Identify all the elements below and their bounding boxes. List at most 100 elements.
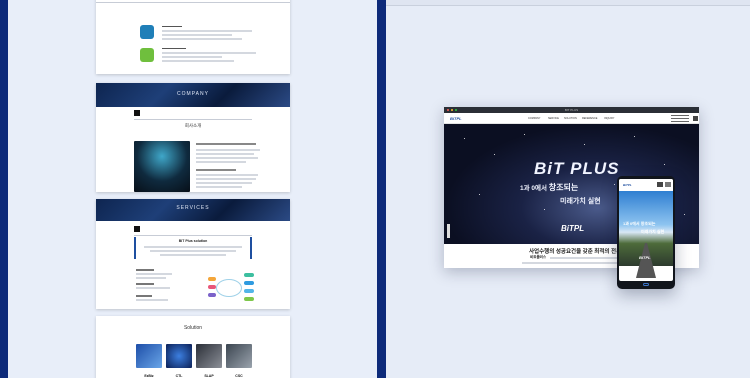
product-image-csc — [226, 344, 252, 368]
text-line — [196, 182, 252, 184]
text-line — [162, 48, 186, 49]
text-line — [162, 30, 252, 32]
phone-home-button — [643, 283, 649, 286]
text-line — [136, 299, 168, 301]
text-line — [162, 34, 232, 36]
browser-title: BIT PLUS — [564, 108, 579, 112]
site-nav: BiTPL COMPANY SERVICE SOLUTION REFERENCE… — [444, 113, 699, 124]
text-line — [196, 157, 258, 159]
diagram-pill — [244, 297, 254, 301]
intro-heading: 사업수행의 성공요건을 갖춘 최적의 전문기업 — [529, 249, 632, 255]
text-line — [196, 149, 260, 151]
services-banner-title: SERVICES — [176, 205, 210, 211]
nav-item-company[interactable]: COMPANY — [528, 117, 540, 120]
phone-logo[interactable]: BiTPL — [623, 183, 632, 187]
product-label-slap: SLAP — [204, 374, 214, 378]
diagram-pill — [244, 289, 254, 293]
preview-card-solution: Solution EzBiz CTL SLAP CSC — [96, 316, 290, 378]
top-strip — [386, 0, 750, 6]
phone-hero-logo: BiTPL — [639, 255, 651, 260]
preview-card-business — [96, 0, 290, 74]
text-line — [162, 60, 234, 62]
text-line — [196, 174, 258, 176]
text-line — [160, 254, 226, 256]
company-section-title: 회사소개 — [184, 123, 202, 128]
showcase-stage: COMPANY 회사소개 SERVICES BIT Plus solution … — [0, 0, 750, 378]
hero-line-1: 1과 0에서 창조되는 — [520, 182, 578, 193]
text-line — [136, 273, 172, 275]
text-line — [144, 246, 242, 248]
text-line — [196, 143, 256, 145]
text-line — [136, 283, 154, 285]
diagram-pill — [208, 277, 216, 281]
home-icon — [134, 226, 140, 232]
diagram-pill — [244, 281, 254, 285]
text-line — [136, 295, 152, 297]
text-line — [522, 262, 622, 264]
text-line — [150, 250, 236, 252]
diagram-ring — [216, 279, 242, 297]
text-line — [196, 153, 254, 155]
scroll-indicator — [447, 224, 450, 238]
business-icon-1 — [140, 25, 154, 39]
intro-sub-bold: 비트플러스 — [530, 255, 547, 259]
text-line — [671, 115, 689, 116]
text-line — [162, 52, 256, 54]
nav-item-service[interactable]: SERVICE — [548, 117, 559, 120]
company-banner-title: COMPANY — [177, 91, 209, 97]
diagram-pill — [208, 293, 216, 297]
text-line — [196, 169, 236, 171]
right-panel: BIT PLUS BiTPL COMPANY SERVICE SOLUTION … — [386, 0, 750, 378]
phone-screen: BiTPL 1과 0에서 창조되는 미래가치 실현 BiTPL — [619, 179, 673, 281]
product-image-ctl — [166, 344, 192, 368]
text-line — [196, 186, 242, 188]
phone-menu-icon[interactable] — [665, 182, 671, 187]
product-image-slap — [196, 344, 222, 368]
text-line — [550, 257, 620, 259]
diagram-pill — [208, 285, 216, 289]
home-icon — [134, 110, 140, 116]
nav-contact-block — [671, 115, 691, 122]
hero-title: BiT PLUS — [534, 159, 620, 178]
solution-title: Solution — [183, 325, 203, 331]
text-line — [671, 118, 689, 119]
product-label-csc: CSC — [235, 374, 243, 378]
services-banner: SERVICES — [96, 199, 290, 221]
hero-line-2: 미래가치 실현 — [560, 198, 601, 205]
text-line — [196, 161, 246, 163]
menu-icon[interactable] — [693, 116, 698, 121]
text-line — [136, 269, 154, 271]
text-line — [136, 277, 166, 279]
preview-card-company: COMPANY 회사소개 — [96, 83, 290, 192]
product-label-ezbiz: EzBiz — [144, 374, 154, 378]
text-line — [162, 38, 242, 40]
text-line — [162, 26, 182, 27]
divider — [134, 235, 252, 236]
preview-card-services: SERVICES BIT Plus solution — [96, 199, 290, 309]
text-line — [196, 178, 256, 180]
nav-item-inquiry[interactable]: INQUIRY — [604, 117, 614, 120]
hero-line-1-b: 창조되는 — [548, 183, 579, 192]
divider — [134, 119, 252, 120]
hero-line-1-a: 1과 0에서 — [520, 185, 549, 192]
phone-hero-line-2: 미래가치 실현 — [641, 229, 665, 234]
text-line — [136, 287, 170, 289]
nav-item-reference[interactable]: REFERENCE — [582, 117, 597, 120]
road-image — [636, 243, 656, 278]
hero-logo: BiTPL — [561, 224, 585, 233]
company-banner: COMPANY — [96, 83, 290, 107]
business-icon-2 — [140, 48, 154, 62]
company-image — [134, 141, 190, 192]
divider — [96, 2, 290, 3]
mobile-phone-mockup: BiTPL 1과 0에서 창조되는 미래가치 실현 BiTPL — [617, 176, 675, 289]
site-logo[interactable]: BiTPL — [450, 116, 462, 121]
text-line — [671, 121, 689, 122]
nav-item-solution[interactable]: SOLUTION — [564, 117, 577, 120]
phone-hero-line-1: 1과 0에서 창조되는 — [623, 221, 656, 226]
services-box-title: BIT Plus solution — [178, 239, 208, 243]
phone-contact-icon[interactable] — [657, 182, 663, 187]
product-label-ctl: CTL — [175, 374, 183, 378]
phone-nav: BiTPL — [619, 179, 673, 191]
product-image-ezbiz — [136, 344, 162, 368]
services-box: BIT Plus solution — [134, 237, 252, 259]
